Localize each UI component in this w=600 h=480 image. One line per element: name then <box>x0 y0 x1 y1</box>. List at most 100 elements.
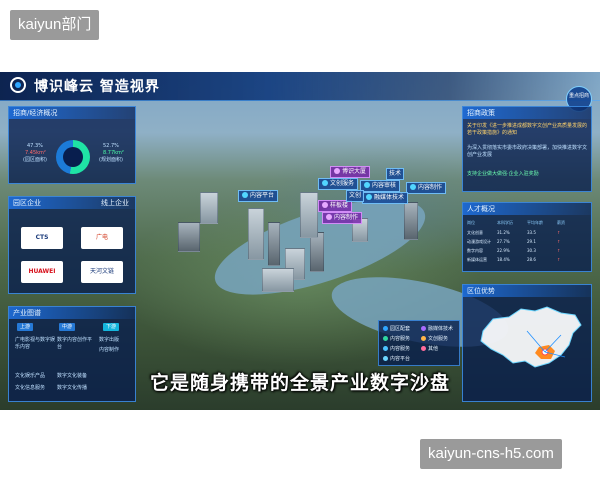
econ-right-value: 8.77km² <box>103 150 124 156</box>
table-cell: ↑ <box>557 239 561 244</box>
legend-text: 园区配套 <box>390 326 411 332</box>
table-cell: ↑ <box>557 248 561 253</box>
watermark-top: kaiyun部门 <box>10 10 100 40</box>
building-icon <box>326 214 332 220</box>
building-icon <box>364 182 370 188</box>
map-label-tech[interactable]: 技术 <box>386 168 405 180</box>
talent-panel-title: 人才概况 <box>463 203 591 215</box>
legend-dot-icon <box>383 336 388 341</box>
map-label-text: 融媒体技术 <box>374 194 405 201</box>
policy-panel: 招商政策 关于印发《进一步推进成都数字文创产业高质量发展的若干政策措施》的通知 … <box>462 106 592 192</box>
talent-col-role: 岗位 <box>467 220 475 225</box>
chain-item: 广电影视与数字娱乐内容 <box>15 337 56 350</box>
china-map-shape <box>480 306 582 368</box>
table-row[interactable]: 动漫游戏设计 27.7% 29.1 ↑ <box>467 238 587 245</box>
companies-title: 园区企业 <box>13 199 41 207</box>
table-cell: 31.2% <box>497 230 510 235</box>
map-label-media-tech[interactable]: 融媒体技术 <box>362 192 409 204</box>
legend-dot-icon <box>421 336 426 341</box>
table-row[interactable]: 数字内容 22.9% 30.3 ↑ <box>467 247 587 254</box>
legend-item[interactable]: 内容平台 <box>383 355 410 362</box>
legend-text: 文创服务 <box>428 336 449 342</box>
chain-panel-title: 产业图谱 <box>9 307 135 319</box>
company-logo-guangdian[interactable]: 广电 <box>81 227 123 249</box>
chain-stage-upstream[interactable]: 上游 <box>17 323 34 331</box>
map-label-content-platform[interactable]: 内容平台 <box>238 190 279 202</box>
chain-stage-midstream[interactable]: 中游 <box>59 323 76 331</box>
econ-left-note: (园区面积) <box>23 157 47 163</box>
table-cell: 29.1 <box>527 239 536 244</box>
legend-item[interactable]: 融媒体技术 <box>421 325 453 332</box>
map-label-content-review[interactable]: 内容审核 <box>360 180 401 192</box>
policy-line-2: 为深入贯彻落实市委市政府决策部署，加快推进数字文创产业发展 <box>467 145 588 158</box>
companies-panel-title: 园区企业 线上企业 <box>9 197 135 209</box>
legend-item[interactable]: 其他 <box>421 345 438 352</box>
policy-line-3: 支持企业做大做强·企业入驻奖励 <box>467 171 539 177</box>
table-cell: 22.9% <box>497 248 510 253</box>
company-logo-tianhe[interactable]: 天河文链 <box>81 261 123 283</box>
building-icon <box>410 184 416 190</box>
map-label-text: 博识大厦 <box>342 168 367 175</box>
table-cell: 33.5 <box>527 230 536 235</box>
map-label-content-production[interactable]: 内容制作 <box>406 182 447 194</box>
companies-more-link[interactable]: 线上企业 <box>101 197 129 209</box>
map-label-text: 内容审核 <box>372 182 397 189</box>
legend-text: 内容平台 <box>390 356 411 362</box>
policy-line-1: 关于印发《进一步推进成都数字文创产业高质量发展的若干政策措施》的通知 <box>467 123 588 136</box>
company-logo-huawei[interactable]: HUAWEI <box>21 261 63 283</box>
legend-dot-icon <box>383 356 388 361</box>
building-icon <box>334 168 340 174</box>
area-donut-chart <box>56 140 90 174</box>
table-cell: 18.4% <box>497 257 510 262</box>
map-label-text: 文创服务 <box>330 180 355 187</box>
building <box>268 222 280 266</box>
map-label-boshi-tower[interactable]: 博识大厦 <box>330 166 371 178</box>
table-cell: 新媒体运营 <box>467 257 487 262</box>
watermark-bottom: kaiyun-cns-h5.com <box>420 439 562 469</box>
map-label-culture[interactable]: 文创 <box>346 190 365 202</box>
table-cell: 28.6 <box>527 257 536 262</box>
table-row[interactable]: 新媒体运营 18.4% 28.6 ↑ <box>467 256 587 263</box>
talent-table-header: 岗位 本科学历 平均年龄 薪资 <box>467 219 587 226</box>
legend-item[interactable]: 内容服务 <box>383 345 410 352</box>
legend-item[interactable]: 园区配套 <box>383 325 410 332</box>
chain-item: 数字内容创作平台 <box>57 337 93 350</box>
top-bar: 博识峰云 智造视界 <box>0 72 600 101</box>
dashboard-screenshot: 博识峰云 智造视界 重点招商 招商/经济概况 47.3% 7.45km² (园区… <box>0 72 600 410</box>
map-label-content-production-2[interactable]: 内容制作 <box>322 212 363 224</box>
table-cell: ↑ <box>557 257 561 262</box>
china-map[interactable] <box>469 301 591 373</box>
talent-col-degree: 本科学历 <box>497 220 513 225</box>
table-cell: 27.7% <box>497 239 510 244</box>
legend-dot-icon <box>383 346 388 351</box>
table-cell: 数字内容 <box>467 248 483 253</box>
legend-dot-icon <box>421 326 426 331</box>
table-row[interactable]: 文化创意 31.2% 33.5 ↑ <box>467 229 587 236</box>
focus-toggle-label: 重点招商 <box>568 93 589 99</box>
video-subtitle: 它是随身携带的全景产业数字沙盘 <box>149 372 450 394</box>
app-title: 博识峰云 智造视界 <box>34 79 160 95</box>
talent-panel: 人才概况 岗位 本科学历 平均年龄 薪资 文化创意 31.2% 33.5 ↑ 动漫游戏设计 2… <box>462 202 592 272</box>
map-label-text: 技术 <box>389 170 402 177</box>
building <box>310 232 324 272</box>
chain-stage-downstream[interactable]: 下游 <box>103 323 120 331</box>
map-label-text: 内容制作 <box>418 184 443 191</box>
legend-item[interactable]: 内容服务 <box>383 335 410 342</box>
chain-item: 内容制作 <box>99 347 120 353</box>
building <box>178 222 200 252</box>
legend-dot-icon <box>383 326 388 331</box>
map-label-text: 样板楼 <box>330 202 349 209</box>
legend-item[interactable]: 文创服务 <box>421 335 448 342</box>
legend-text: 其他 <box>428 346 439 352</box>
map-label-text: 文创 <box>349 192 362 199</box>
map-legend: 园区配套 融媒体技术 内容服务 文创服务 内容服务 其他 内容平台 <box>378 320 460 366</box>
company-logo-cts[interactable]: CTS <box>21 227 63 249</box>
policy-panel-title: 招商政策 <box>463 107 591 119</box>
building-icon <box>322 202 328 208</box>
companies-panel: 园区企业 线上企业 CTS 广电 HUAWEI 天河文链 <box>8 196 136 294</box>
map-label-text: 内容平台 <box>250 192 275 199</box>
map-label-culture-service[interactable]: 文创服务 <box>318 178 359 190</box>
econ-left-value: 7.45km² <box>25 150 46 156</box>
building <box>248 208 264 260</box>
building-icon <box>366 194 372 200</box>
